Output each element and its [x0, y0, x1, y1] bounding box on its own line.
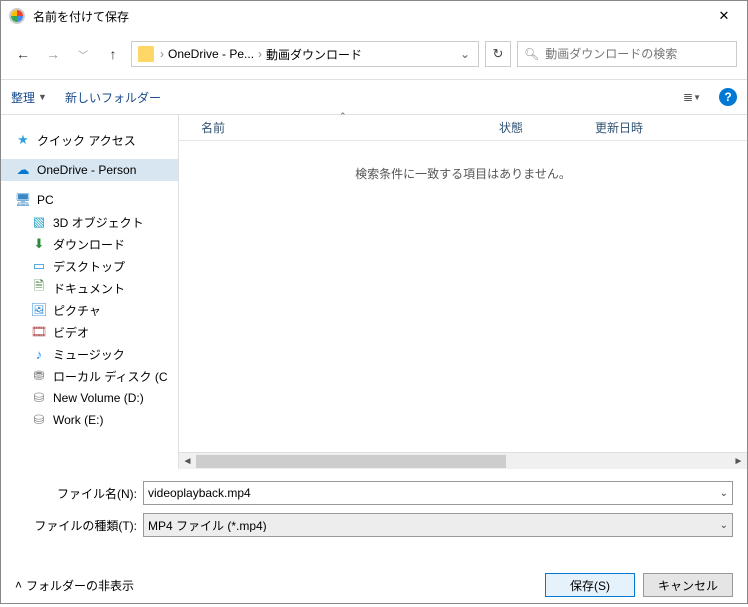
chrome-icon [9, 8, 25, 24]
forward-button[interactable]: → [41, 42, 65, 66]
refresh-button[interactable]: ↻ [485, 41, 511, 67]
document-icon: 🗎 [31, 280, 47, 296]
address-bar[interactable]: › OneDrive - Pe... › 動画ダウンロード ⌄ [131, 41, 479, 67]
col-modified[interactable]: 更新日時 [595, 119, 747, 136]
chevron-right-icon: › [160, 47, 164, 61]
filename-dropdown[interactable]: ⌄ [716, 488, 728, 499]
disk-icon: ⛁ [31, 412, 47, 428]
empty-message: 検索条件に一致する項目はありません。 [179, 141, 747, 452]
file-list: 名前⌃ 状態 更新日時 検索条件に一致する項目はありません。 ◄ ► [179, 115, 747, 469]
scroll-left-button[interactable]: ◄ [179, 456, 196, 467]
filetype-input[interactable] [148, 518, 716, 532]
scroll-thumb[interactable] [196, 455, 506, 468]
cloud-icon: ☁ [15, 162, 31, 178]
view-mode-button[interactable]: ≣▼ [675, 86, 709, 108]
download-icon: ⬇ [31, 236, 47, 252]
save-button[interactable]: 保存(S) [545, 573, 635, 597]
tree-music[interactable]: ♪ミュージック [1, 343, 178, 365]
list-icon: ≣ [683, 90, 691, 104]
title-bar: 名前を付けて保存 ✕ [1, 1, 747, 31]
up-button[interactable]: ↑ [101, 42, 125, 66]
save-fields: ファイル名(N): ⌄ ファイルの種類(T): ⌄ [1, 469, 747, 551]
folder-icon [138, 46, 154, 62]
tree-pc[interactable]: 🖥PC [1, 189, 178, 211]
toolbar: 整理▼ 新しいフォルダー ≣▼ ? [1, 79, 747, 115]
filetype-field[interactable]: ⌄ [143, 513, 733, 537]
horizontal-scrollbar[interactable]: ◄ ► [179, 452, 747, 469]
filename-label: ファイル名(N): [15, 485, 143, 502]
chevron-down-icon: ▼ [38, 92, 47, 102]
recent-dropdown[interactable]: ﹀ [71, 42, 95, 66]
hide-folders-toggle[interactable]: ˄フォルダーの非表示 [15, 577, 134, 594]
column-headers: 名前⌃ 状態 更新日時 [179, 115, 747, 141]
tree-3d-objects[interactable]: ▧3D オブジェクト [1, 211, 178, 233]
search-box[interactable]: 🔍︎ [517, 41, 737, 67]
tree-pictures[interactable]: 🖼ピクチャ [1, 299, 178, 321]
nav-row: ← → ﹀ ↑ › OneDrive - Pe... › 動画ダウンロード ⌄ … [1, 37, 747, 71]
col-name[interactable]: 名前⌃ [179, 119, 499, 136]
tree-videos[interactable]: 🎞ビデオ [1, 321, 178, 343]
tree-new-volume-d[interactable]: ⛁New Volume (D:) [1, 387, 178, 409]
cube-icon: ▧ [31, 214, 47, 230]
filename-input[interactable] [148, 486, 716, 500]
tree-desktop[interactable]: ▭デスクトップ [1, 255, 178, 277]
window-title: 名前を付けて保存 [33, 8, 129, 25]
tree-work-e[interactable]: ⛁Work (E:) [1, 409, 178, 431]
nav-tree: ★クイック アクセス ☁OneDrive - Person 🖥PC ▧3D オブ… [1, 115, 179, 469]
back-button[interactable]: ← [11, 42, 35, 66]
address-dropdown[interactable]: ⌄ [456, 47, 474, 61]
tree-downloads[interactable]: ⬇ダウンロード [1, 233, 178, 255]
star-icon: ★ [15, 132, 31, 148]
chevron-up-icon: ˄ [15, 578, 22, 592]
col-state[interactable]: 状態 [499, 119, 595, 136]
search-icon: 🔍︎ [524, 47, 539, 61]
scroll-track[interactable] [196, 453, 730, 470]
close-button[interactable]: ✕ [701, 1, 747, 31]
chevron-right-icon: › [258, 47, 262, 61]
new-folder-button[interactable]: 新しいフォルダー [65, 89, 161, 106]
sort-indicator-icon: ⌃ [339, 111, 347, 122]
filename-field[interactable]: ⌄ [143, 481, 733, 505]
footer: ˄フォルダーの非表示 保存(S) キャンセル [1, 559, 747, 607]
tree-onedrive[interactable]: ☁OneDrive - Person [1, 159, 178, 181]
pictures-icon: 🖼 [31, 302, 47, 318]
filetype-dropdown[interactable]: ⌄ [716, 520, 728, 531]
disk-icon: ⛃ [31, 368, 47, 384]
music-icon: ♪ [31, 346, 47, 362]
cancel-button[interactable]: キャンセル [643, 573, 733, 597]
disk-icon: ⛁ [31, 390, 47, 406]
breadcrumb-item[interactable]: 動画ダウンロード [266, 46, 362, 63]
desktop-icon: ▭ [31, 258, 47, 274]
tree-documents[interactable]: 🗎ドキュメント [1, 277, 178, 299]
scroll-right-button[interactable]: ► [730, 456, 747, 467]
pc-icon: 🖥 [15, 192, 31, 208]
breadcrumb-item[interactable]: OneDrive - Pe... [168, 47, 254, 61]
help-button[interactable]: ? [719, 88, 737, 106]
organize-menu[interactable]: 整理▼ [11, 89, 47, 106]
tree-local-disk-c[interactable]: ⛃ローカル ディスク (C [1, 365, 178, 387]
tree-quick-access[interactable]: ★クイック アクセス [1, 129, 178, 151]
filetype-label: ファイルの種類(T): [15, 517, 143, 534]
video-icon: 🎞 [31, 324, 47, 340]
search-input[interactable] [545, 47, 730, 61]
